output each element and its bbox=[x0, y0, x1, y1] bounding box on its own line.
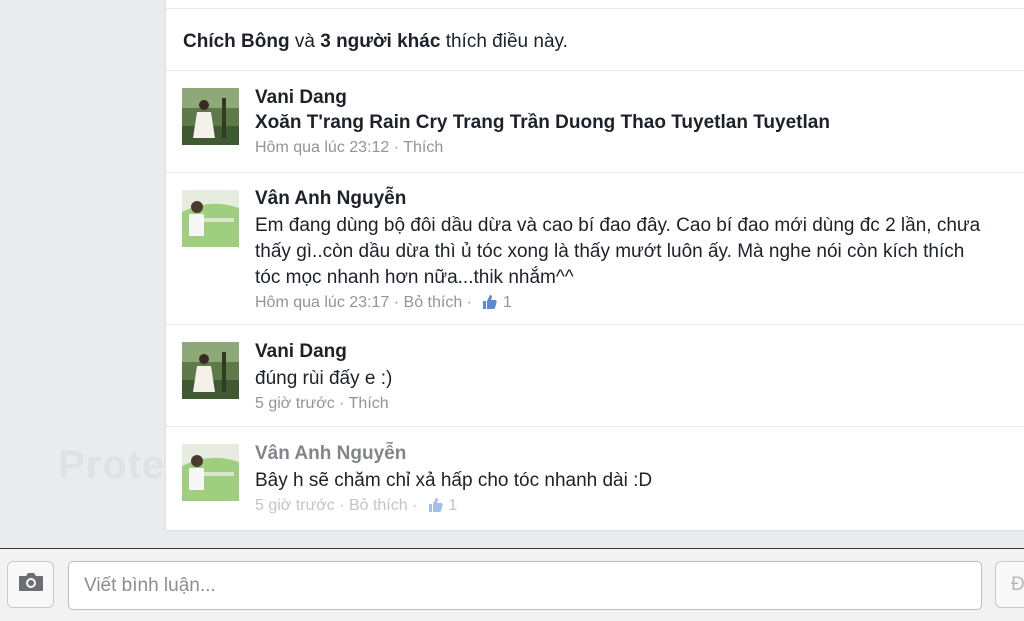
comment-meta: Hôm qua lúc 23:17 · Bỏ thích · 1 bbox=[255, 292, 1024, 317]
comment-composer: Đăng bbox=[0, 548, 1024, 621]
meta-separator: · bbox=[334, 395, 349, 412]
meta-separator: · bbox=[389, 294, 404, 311]
like-link[interactable]: Thích bbox=[349, 395, 389, 412]
post-button[interactable]: Đăng bbox=[995, 561, 1024, 608]
comment-meta: 5 giờ trước · Bỏ thích · 1 bbox=[255, 495, 1024, 520]
comment-item: Vani Dang đúng rùi đấy e :) 5 giờ trước … bbox=[166, 325, 1024, 427]
camera-button[interactable] bbox=[7, 561, 54, 608]
comment-author[interactable]: Vân Anh Nguyễn bbox=[255, 442, 1024, 466]
comment-time[interactable]: 5 giờ trước bbox=[255, 497, 335, 514]
likes-conjunction: và bbox=[289, 31, 321, 52]
comment-meta: Hôm qua lúc 23:12 · Thích bbox=[255, 137, 1024, 159]
comment-text: Em đang dùng bộ đôi dầu dừa và cao bí đa… bbox=[255, 215, 981, 288]
likes-others-link[interactable]: 3 người khác bbox=[320, 31, 440, 52]
meta-separator: · bbox=[462, 294, 477, 311]
comment-time[interactable]: Hôm qua lúc 23:12 bbox=[255, 139, 389, 156]
meta-separator: · bbox=[407, 497, 422, 514]
avatar[interactable] bbox=[182, 342, 239, 399]
comment-author[interactable]: Vani Dang bbox=[255, 86, 1024, 110]
unlike-link[interactable]: Bỏ thích bbox=[349, 497, 408, 514]
comment-author[interactable]: Vân Anh Nguyễn bbox=[255, 187, 1024, 211]
like-link[interactable]: Thích bbox=[403, 139, 443, 156]
like-count[interactable]: 1 bbox=[503, 294, 512, 311]
like-count[interactable]: 1 bbox=[448, 497, 457, 514]
camera-icon bbox=[18, 571, 44, 598]
liker-name[interactable]: Chích Bông bbox=[183, 31, 290, 52]
meta-separator: · bbox=[334, 497, 349, 514]
comment-time[interactable]: 5 giờ trước bbox=[255, 395, 335, 412]
comment-text: Xoăn T'rang Rain Cry Trang Trần Duong Th… bbox=[255, 112, 830, 133]
thumbs-up-icon bbox=[482, 294, 498, 317]
left-background: Protect bbox=[0, 0, 202, 548]
comment-item: Vân Anh Nguyễn Em đang dùng bộ đôi dầu d… bbox=[166, 173, 1024, 325]
avatar[interactable] bbox=[182, 444, 239, 501]
likes-summary[interactable]: Chích Bông và 3 người khác thích điều nà… bbox=[166, 9, 1024, 71]
comment-time[interactable]: Hôm qua lúc 23:17 bbox=[255, 294, 389, 311]
comments-card: Chích Bông và 3 người khác thích điều nà… bbox=[166, 0, 1024, 530]
comment-input[interactable] bbox=[68, 561, 982, 610]
comment-item: Vân Anh Nguyễn Bây h sẽ chăm chỉ xả hấp … bbox=[166, 427, 1024, 530]
comment-item: Vani Dang Xoăn T'rang Rain Cry Trang Trầ… bbox=[166, 71, 1024, 173]
comment-text: Bây h sẽ chăm chỉ xả hấp cho tóc nhanh d… bbox=[255, 470, 653, 491]
top-divider bbox=[166, 0, 1024, 9]
unlike-link[interactable]: Bỏ thích bbox=[404, 294, 463, 311]
meta-separator: · bbox=[389, 139, 404, 156]
thumbs-up-icon bbox=[428, 497, 444, 520]
avatar[interactable] bbox=[182, 88, 239, 145]
avatar[interactable] bbox=[182, 190, 239, 247]
comment-author[interactable]: Vani Dang bbox=[255, 340, 1024, 364]
likes-suffix: thích điều này. bbox=[440, 31, 568, 52]
comment-meta: 5 giờ trước · Thích bbox=[255, 393, 1024, 415]
comment-text: đúng rùi đấy e :) bbox=[255, 368, 393, 389]
